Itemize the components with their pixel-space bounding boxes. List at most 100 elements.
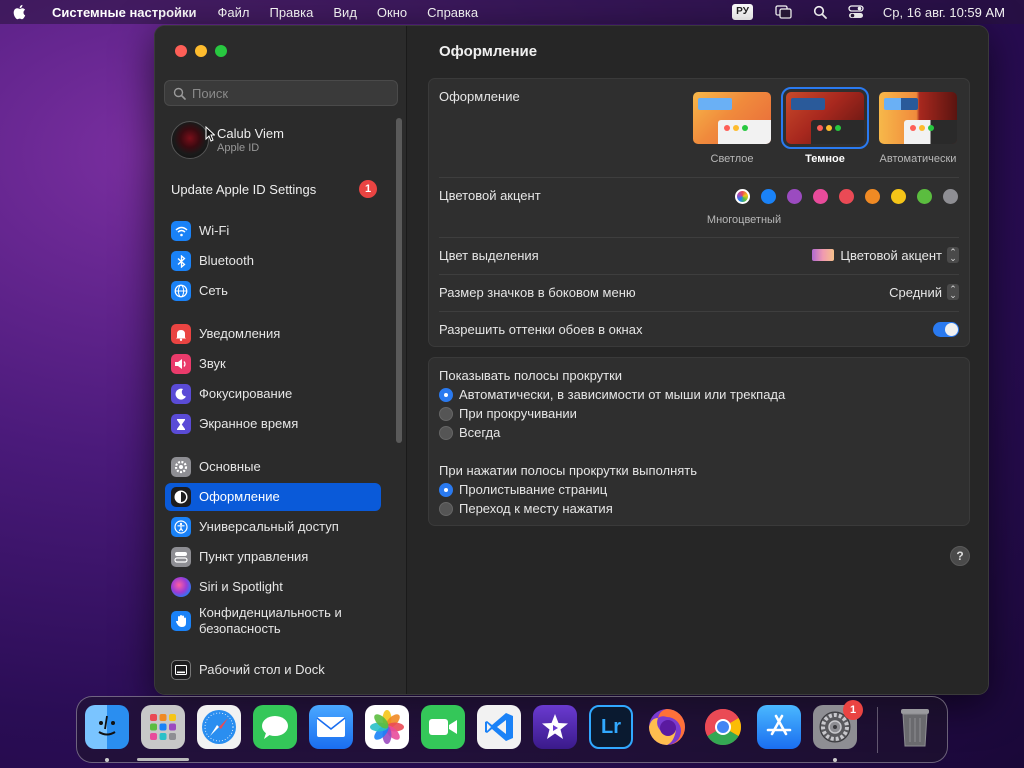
sidebar-item-label: Основные [199, 459, 261, 474]
lightroom-logo-text: Lr [601, 715, 621, 738]
sidebar-item-label: Оформление [199, 489, 280, 504]
dock-separator [877, 707, 878, 753]
launchpad-icon[interactable] [141, 705, 185, 749]
gear-icon [171, 457, 191, 477]
search-icon [173, 87, 186, 100]
close-button[interactable] [175, 45, 187, 57]
appearance-light-thumbnail[interactable] [693, 92, 771, 144]
accent-graphite-swatch[interactable] [943, 189, 958, 204]
chrome-icon[interactable] [701, 705, 745, 749]
accessibility-icon [171, 517, 191, 537]
accent-red-swatch[interactable] [839, 189, 854, 204]
divider [439, 237, 959, 238]
click-scroll-jump-radio[interactable]: Переход к месту нажатия [439, 501, 613, 516]
zoom-button[interactable] [215, 45, 227, 57]
sidebar-item-siri[interactable]: Siri и Spotlight [165, 573, 381, 601]
update-apple-id-item[interactable]: Update Apple ID Settings 1 [171, 179, 377, 199]
menu-window[interactable]: Окно [377, 5, 407, 20]
update-label: Update Apple ID Settings [171, 181, 317, 197]
siri-icon [171, 577, 191, 597]
control-center-icon [171, 547, 191, 567]
appstore-icon[interactable] [757, 705, 801, 749]
firefox-icon[interactable] [645, 705, 689, 749]
accent-green-swatch[interactable] [917, 189, 932, 204]
chevron-updown-icon: ⌃ ⌄ [947, 247, 959, 263]
sidebar-item-sound[interactable]: Звук [165, 350, 381, 378]
photos-icon[interactable] [365, 705, 409, 749]
messages-icon[interactable] [253, 705, 297, 749]
scrollbars-always-radio[interactable]: Всегда [439, 425, 500, 440]
minimize-button[interactable] [195, 45, 207, 57]
bell-icon [171, 324, 191, 344]
sidebar-item-notifications[interactable]: Уведомления [165, 320, 381, 348]
accent-multicolor-swatch[interactable] [735, 189, 750, 204]
apple-menu-icon[interactable] [12, 4, 42, 20]
sidebar-item-label: Рабочий стол и Dock [199, 662, 325, 677]
accent-selected-caption: Многоцветный [706, 214, 782, 226]
sidebar-item-label: Звук [199, 356, 226, 371]
safari-icon[interactable] [197, 705, 241, 749]
facetime-icon[interactable] [421, 705, 465, 749]
accent-purple-swatch[interactable] [787, 189, 802, 204]
sidebar-item-appearance[interactable]: Оформление [165, 483, 381, 511]
hand-icon [171, 611, 191, 631]
click-scroll-page-radio[interactable]: Пролистывание страниц [439, 482, 607, 497]
sidebar-item-control-center[interactable]: Пункт управления [165, 543, 381, 571]
scrollbars-scrolling-radio[interactable]: При прокручивании [439, 406, 577, 421]
menubar-clock[interactable]: Ср, 16 авг. 10:59 AM [883, 5, 1005, 20]
control-center-icon[interactable] [847, 4, 865, 20]
app-name-menu[interactable]: Системные настройки [52, 5, 197, 20]
sidebar-item-privacy[interactable]: Конфиденциальность и безопасность [165, 603, 381, 641]
sidebar-item-label: Уведомления [199, 326, 281, 341]
speaker-icon [171, 354, 191, 374]
sidebar-item-network[interactable]: Сеть [165, 277, 381, 305]
menu-help[interactable]: Справка [427, 5, 478, 20]
scrollbars-auto-radio[interactable]: Автоматически, в зависимости от мыши или… [439, 387, 785, 402]
search-input[interactable]: Поиск [164, 80, 398, 106]
search-placeholder: Поиск [192, 85, 229, 101]
menu-edit[interactable]: Правка [269, 5, 313, 20]
sidebar-item-accessibility[interactable]: Универсальный доступ [165, 513, 381, 541]
menu-file[interactable]: Файл [218, 5, 250, 20]
sidebar-scrollbar[interactable] [396, 118, 402, 443]
highlight-color-popup[interactable]: Цветовой акцент ⌃ ⌄ [812, 247, 959, 263]
wallpaper-tint-toggle[interactable] [933, 322, 959, 337]
radio-label: Всегда [459, 425, 501, 440]
accent-blue-swatch[interactable] [761, 189, 776, 204]
sidebar-item-label: Siri и Spotlight [199, 579, 283, 594]
highlight-value: Цветовой акцент [840, 247, 942, 263]
vscode-icon[interactable] [477, 705, 521, 749]
help-button[interactable]: ? [950, 546, 970, 566]
finder-icon[interactable] [85, 705, 129, 749]
sidebar-item-bluetooth[interactable]: Bluetooth [165, 247, 381, 275]
sidebar-item-general[interactable]: Основные [165, 453, 381, 481]
radio-icon [439, 501, 453, 516]
trash-icon[interactable] [893, 705, 937, 749]
scrollbars-group: Показывать полосы прокрутки Автоматическ… [428, 357, 970, 526]
accent-orange-swatch[interactable] [865, 189, 880, 204]
menu-view[interactable]: Вид [333, 5, 357, 20]
sidebar-item-wifi[interactable]: Wi-Fi [165, 217, 381, 245]
sidebar-item-focus[interactable]: Фокусирование [165, 380, 381, 408]
radio-icon [439, 406, 453, 421]
accent-pink-swatch[interactable] [813, 189, 828, 204]
content-pane: Оформление Оформление Светлое Темное Авт… [408, 26, 988, 694]
radio-label: Переход к месту нажатия [459, 501, 613, 516]
wifi-icon [171, 221, 191, 241]
icon-size-popup[interactable]: Средний ⌃ ⌄ [889, 284, 959, 300]
window-switcher-icon[interactable] [775, 4, 793, 20]
accent-yellow-swatch[interactable] [891, 189, 906, 204]
sidebar-item-screen-time[interactable]: Экранное время [165, 410, 381, 438]
lightroom-icon[interactable]: Lr [589, 705, 633, 749]
sidebar-item-desktop-dock[interactable]: Рабочий стол и Dock [165, 656, 381, 684]
sidebar-item-label: Универсальный доступ [199, 519, 339, 534]
appearance-dark-label: Темное [805, 153, 845, 165]
appearance-auto-thumbnail[interactable] [879, 92, 957, 144]
menu-bar: Системные настройки Файл Правка Вид Окно… [0, 0, 1024, 24]
search-icon[interactable] [811, 4, 829, 20]
mail-icon[interactable] [309, 705, 353, 749]
input-source-indicator[interactable]: РУ [732, 4, 753, 20]
settings-window: Поиск Calub Viem Apple ID Update Apple I… [154, 25, 989, 695]
imovie-icon[interactable] [533, 705, 577, 749]
appearance-dark-thumbnail[interactable] [781, 87, 869, 149]
